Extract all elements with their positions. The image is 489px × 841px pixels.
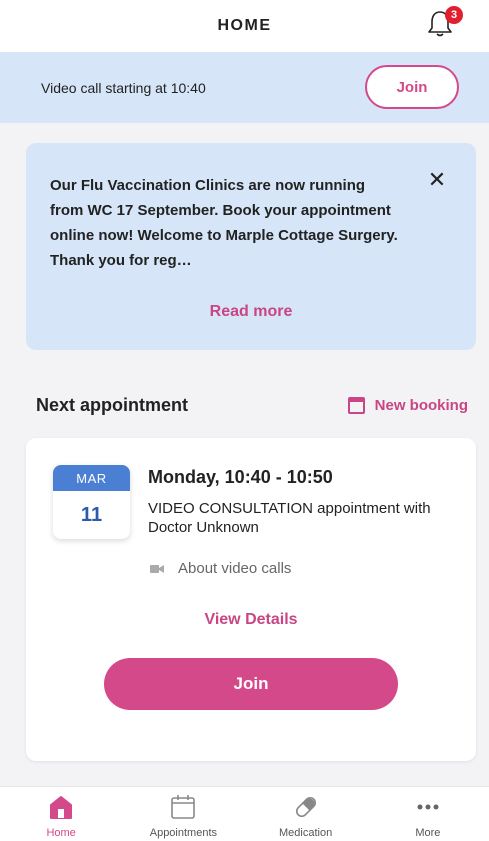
bottom-tab-bar: Home Appointments Medication More [0,786,489,841]
about-video-calls-link[interactable]: About video calls [150,560,291,577]
tab-appointments-label: Appointments [149,827,217,839]
join-video-call-button[interactable]: Join [104,658,398,710]
next-appointment-heading: Next appointment [36,395,189,415]
tab-more-label: More [415,827,441,839]
appointment-time: Monday, 10:40 - 10:50 [148,467,333,487]
calendar-icon [347,397,365,414]
tab-medication[interactable]: Medication [245,787,367,841]
home-icon [50,796,73,819]
read-more-link[interactable]: Read more [26,303,476,321]
banner-join-button[interactable]: Join [365,65,459,109]
date-day: 11 [80,503,103,526]
page-title: HOME [217,17,272,34]
tab-medication-label: Medication [279,827,333,839]
pill-icon [295,796,316,818]
tab-appointments[interactable]: Appointments [122,787,244,841]
tab-home[interactable]: Home [0,787,122,841]
view-details-link[interactable]: View Details [26,611,476,629]
announcement-text: Our Flu Vaccination Clinics are now runn… [50,177,398,269]
appointment-card: MAR 11 Monday, 10:40 - 10:50 VIDEO CONSU… [26,438,476,761]
tab-home-label: Home [46,827,76,839]
tab-more[interactable]: More [367,787,489,841]
video-call-text: Video call starting at 10:40 [41,79,206,96]
close-icon[interactable]: ✕ [426,169,448,191]
new-booking-label: New booking [374,397,468,414]
date-tile: MAR 11 [53,465,130,539]
calendar-icon [171,795,196,819]
notification-badge: 3 [445,6,463,24]
date-month: MAR [53,465,130,491]
video-call-banner: Video call starting at 10:40 Join [0,52,489,123]
video-camera-icon [150,564,164,573]
new-booking-link[interactable]: New booking [347,397,468,414]
announcement-card: Our Flu Vaccination Clinics are now runn… [26,143,476,350]
about-video-calls-label: About video calls [178,560,292,577]
appointment-description: VIDEO CONSULTATION appointment with Doct… [148,500,431,536]
more-icon [417,804,439,810]
top-header: HOME 3 [0,0,489,52]
